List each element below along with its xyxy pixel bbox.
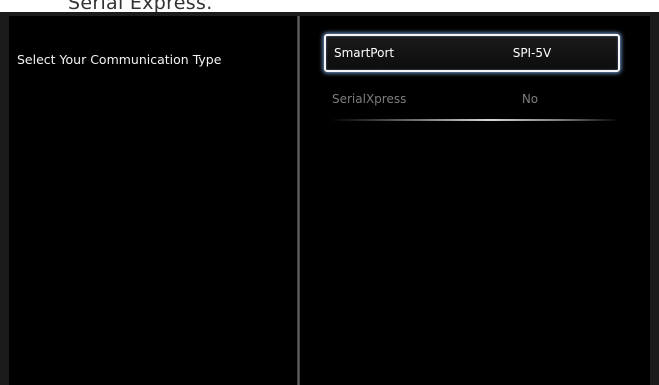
page: Serial Express. Select Your Communicatio… xyxy=(0,0,659,385)
tv-screen: Select Your Communication Type SmartPort… xyxy=(0,12,659,385)
right-panel: SmartPort SPI-5V SerialXpress No xyxy=(300,16,650,385)
option-value: SPI-5V xyxy=(512,46,552,60)
option-serialxpress[interactable]: SerialXpress No xyxy=(324,80,620,118)
option-smartport[interactable]: SmartPort SPI-5V xyxy=(324,34,620,72)
option-label: SmartPort xyxy=(334,46,395,60)
option-label: SerialXpress xyxy=(332,92,407,106)
left-panel: Select Your Communication Type xyxy=(9,16,298,385)
panel-title: Select Your Communication Type xyxy=(17,52,222,67)
option-underline xyxy=(330,119,620,121)
option-value: No xyxy=(521,92,539,106)
